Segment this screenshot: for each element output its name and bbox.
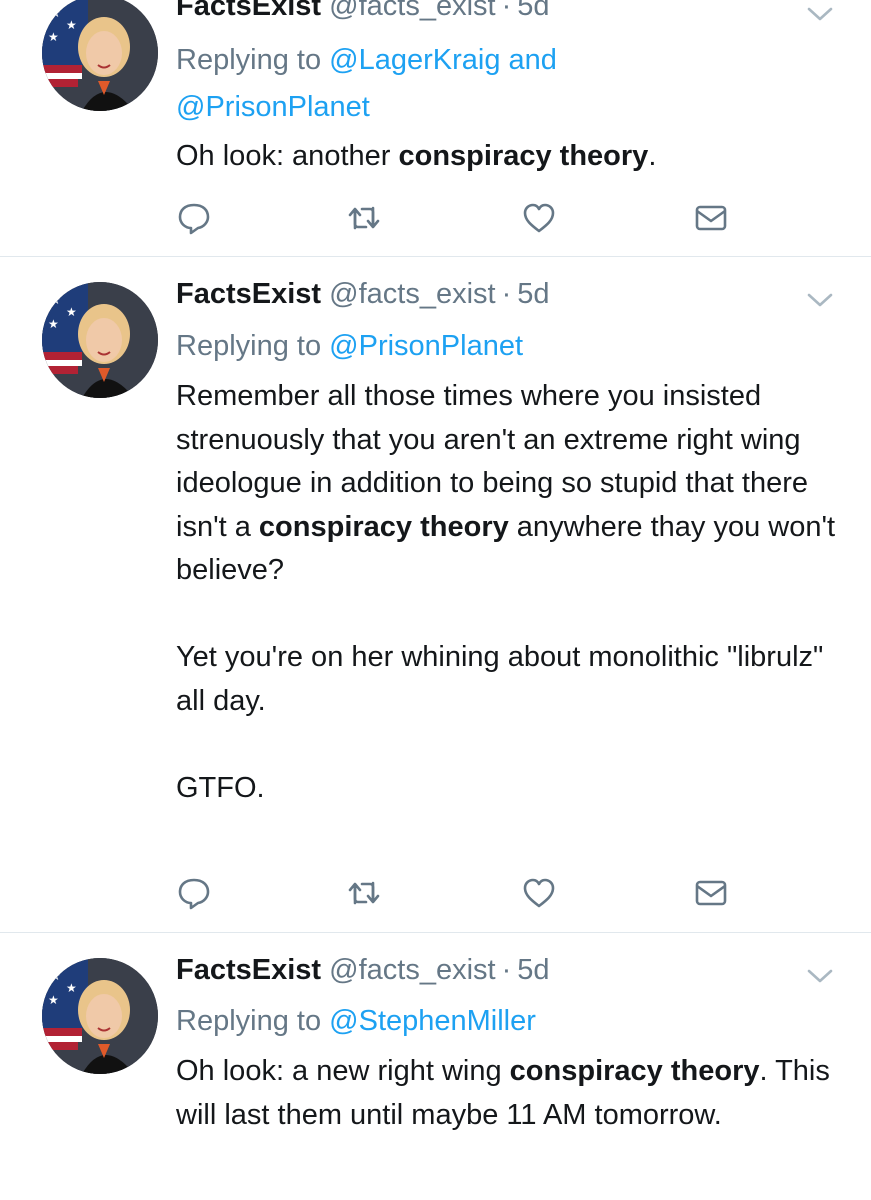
envelope-icon[interactable] [693, 875, 729, 911]
tweet-paragraph: Yet you're on her whining about monolith… [176, 641, 824, 717]
tweet-text-bold: conspiracy theory [398, 140, 649, 172]
tweet-text: Remember all those times where you insis… [176, 375, 836, 810]
mention-and: and [500, 44, 557, 76]
timestamp[interactable]: 5d [517, 0, 549, 22]
tweet-header: FactsExist @facts_exist · 5d [176, 0, 550, 23]
separator-dot: · [501, 0, 512, 22]
avatar[interactable] [42, 958, 158, 1074]
divider [0, 256, 871, 257]
tweet-text-part: Oh look: a new right wing [176, 1055, 510, 1087]
heart-icon[interactable] [521, 200, 557, 236]
avatar[interactable] [42, 282, 158, 398]
user-handle[interactable]: @facts_exist [329, 278, 495, 310]
replying-prefix: Replying to [176, 44, 330, 76]
timestamp[interactable]: 5d [517, 954, 549, 986]
divider [0, 932, 871, 933]
chevron-down-icon[interactable] [806, 966, 834, 986]
tweet-actions [176, 200, 736, 236]
chevron-down-icon[interactable] [806, 4, 834, 24]
tweet-text-part: Oh look: another [176, 140, 399, 172]
separator-dot: · [501, 278, 512, 310]
replying-prefix: Replying to [176, 1005, 330, 1037]
display-name[interactable]: FactsExist [176, 278, 321, 310]
tweet-paragraph: GTFO. [176, 771, 265, 804]
tweet-text: Oh look: a new right wing conspiracy the… [176, 1050, 836, 1137]
tweet-text: Oh look: another conspiracy theory. [176, 135, 836, 179]
reply-icon[interactable] [176, 200, 212, 236]
mention-link[interactable]: @StephenMiller [329, 1005, 536, 1037]
display-name[interactable]: FactsExist [176, 0, 321, 22]
replying-to: Replying to @LagerKraig and @PrisonPlane… [176, 37, 816, 131]
tweet-actions [176, 875, 736, 911]
retweet-icon[interactable] [346, 200, 382, 236]
mention-link[interactable]: @PrisonPlanet [176, 91, 370, 123]
replying-to: Replying to @StephenMiller [176, 998, 816, 1045]
timestamp[interactable]: 5d [517, 278, 549, 310]
mention-link[interactable]: @LagerKraig [329, 44, 500, 76]
chevron-down-icon[interactable] [806, 290, 834, 310]
replying-to: Replying to @PrisonPlanet [176, 323, 816, 370]
tweet-header: FactsExist @facts_exist · 5d [176, 278, 550, 311]
retweet-icon[interactable] [346, 875, 382, 911]
user-handle[interactable]: @facts_exist [329, 0, 495, 22]
envelope-icon[interactable] [693, 200, 729, 236]
tweet-text-bold: conspiracy theory [258, 510, 509, 543]
replying-prefix: Replying to [176, 330, 330, 362]
tweet-text-bold: conspiracy theory [509, 1055, 760, 1087]
avatar[interactable] [42, 0, 158, 111]
tweet-text-part: . [648, 140, 657, 172]
reply-icon[interactable] [176, 875, 212, 911]
user-handle[interactable]: @facts_exist [329, 954, 495, 986]
heart-icon[interactable] [521, 875, 557, 911]
separator-dot: · [501, 954, 512, 986]
mention-link[interactable]: @PrisonPlanet [329, 330, 523, 362]
tweet-header: FactsExist @facts_exist · 5d [176, 954, 550, 987]
display-name[interactable]: FactsExist [176, 954, 321, 986]
